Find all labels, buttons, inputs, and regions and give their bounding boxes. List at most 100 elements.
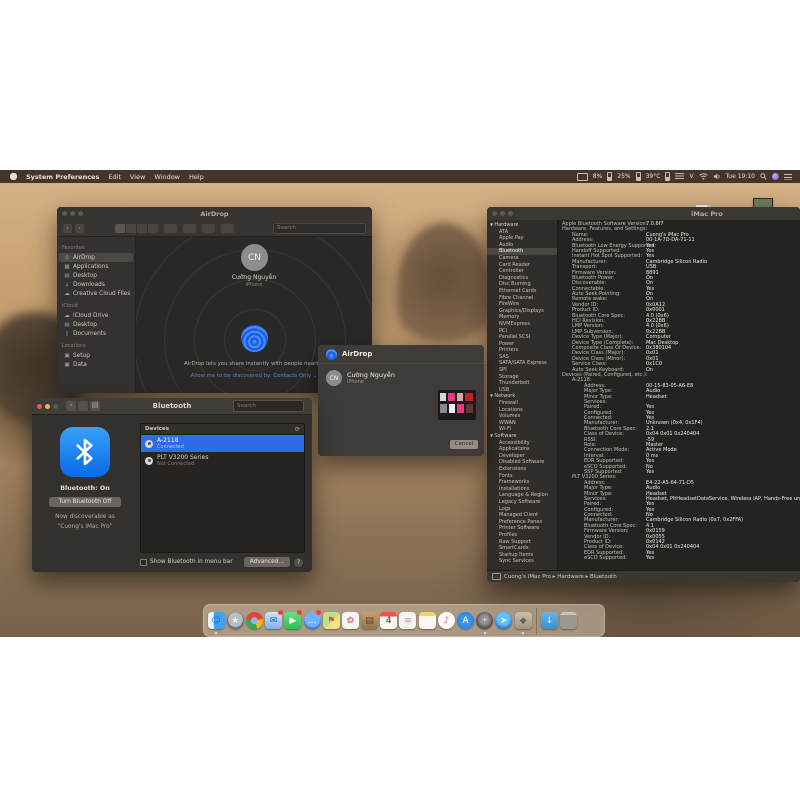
view-mode-segment[interactable] [115,224,158,233]
dock-calendar-icon[interactable]: 4 [380,608,398,634]
sysinfo-sidebar-item[interactable]: SmartCards [487,545,557,552]
menu-app-name[interactable]: System Preferences [26,173,99,181]
sysinfo-sidebar-item[interactable]: Controller [487,268,557,275]
temperature-status[interactable]: 39°C [646,173,661,180]
sidebar-item[interactable]: ↓ Downloads [57,280,135,289]
dock-finder-icon[interactable]: ☺ [207,608,225,634]
dock-mail-icon[interactable]: ✉ [265,608,283,634]
sysinfo-sidebar-item[interactable]: Extensions [487,466,557,473]
menu-window[interactable]: Window [154,173,180,181]
peer-avatar[interactable]: CN [241,244,268,271]
sidebar-item[interactable]: ▤ Desktop [57,271,135,280]
sysinfo-sidebar-item[interactable]: Graphics/Displays [487,308,557,315]
sidebar-item[interactable]: Locations [57,341,135,351]
sysinfo-sidebar-item[interactable]: Storage [487,374,557,381]
sysinfo-sidebar-item[interactable]: Sync Services [487,558,557,565]
sysinfo-sidebar-item[interactable]: Parallel SCSI [487,334,557,341]
sysinfo-sidebar-item[interactable]: SATA/SATA Express [487,360,557,367]
sysinfo-sidebar-item[interactable]: SPI [487,367,557,374]
sidebar-item[interactable]: Favorites [57,243,135,253]
display-status-icon[interactable] [577,173,588,181]
menu-help[interactable]: Help [189,173,204,181]
sysinfo-sidebar-item[interactable]: Hardware [487,222,557,229]
back-button[interactable]: ‹ [63,224,72,233]
sidebar-item[interactable]: ☁ Creative Cloud Files [57,289,135,298]
sysinfo-sidebar-item[interactable]: Disabled Software [487,459,557,466]
forward-button[interactable]: › [75,224,84,233]
dock-downloads-icon[interactable]: ↓ [536,608,558,634]
dock-itunes-icon[interactable]: ♪ [437,608,455,634]
sysinfo-sidebar-item[interactable]: Applications [487,446,557,453]
sysinfo-sidebar-item[interactable]: Frameworks [487,479,557,486]
volume-icon[interactable] [713,173,721,180]
sidebar-item[interactable]: ▣ Data [57,360,135,369]
sysinfo-sidebar-item[interactable]: Installations [487,486,557,493]
arrange-button[interactable] [164,224,177,233]
sysinfo-sidebar-item[interactable]: Card Reader [487,262,557,269]
sysinfo-sidebar-item[interactable]: Software [487,433,557,440]
airdrop-peer-row[interactable]: CN Cường Nguyễn iPhone [318,364,484,386]
siri-icon[interactable] [772,173,779,180]
sysinfo-sidebar-item[interactable]: Language & Region [487,492,557,499]
sysinfo-sidebar-item[interactable]: Power [487,341,557,348]
vm-status[interactable]: V [689,173,693,180]
device-row[interactable]: PLT V3200 Series Not Connected [141,452,304,469]
dock-messages-icon[interactable]: … [303,608,321,634]
sysinfo-sidebar-item[interactable]: Managed Client [487,512,557,519]
sidebar-item[interactable]: ◎ AirDrop [59,253,133,262]
menu-edit[interactable]: Edit [108,173,121,181]
secondary-percent[interactable]: 25% [617,173,630,180]
zoom-button[interactable] [508,211,513,216]
sidebar-item[interactable]: ▯ Documents [57,329,135,338]
sidebar-item[interactable]: ☁ iCloud Drive [57,311,135,320]
sysinfo-sidebar-item[interactable]: Camera [487,255,557,262]
sysinfo-sidebar-item[interactable]: SAS [487,354,557,361]
dock-reminders-icon[interactable]: ≡ [399,608,417,634]
dock-app-icon[interactable]: ◆ [514,608,532,634]
sysinfo-sidebar-item[interactable]: Ethernet Cards [487,288,557,295]
sysinfo-sidebar-item[interactable]: Fibre Channel [487,295,557,302]
preferences-search-input[interactable]: Search [233,400,304,412]
sysinfo-sidebar-item[interactable]: Developer [487,453,557,460]
dock-appstore-icon[interactable]: A [456,608,474,634]
sysinfo-sidebar-item[interactable]: Bluetooth [487,248,557,255]
sysinfo-sidebar-item[interactable]: Profiles [487,532,557,539]
sysinfo-sidebar-item[interactable]: Printer Software [487,525,557,532]
dock-system-preferences-icon[interactable]: ☀ [476,608,494,634]
battery-percent[interactable]: 8% [593,173,603,180]
sidebar-item[interactable]: ▣ Setup [57,351,135,360]
advanced-button[interactable]: Advanced… [244,557,290,567]
menu-view[interactable]: View [130,173,145,181]
cancel-button[interactable]: Cancel [450,440,478,449]
sidebar-item[interactable]: ▤ Desktop [57,320,135,329]
discover-value-dropdown[interactable]: Contacts Only ⌄ [273,373,317,379]
sysinfo-sidebar-item[interactable]: Firewall [487,400,557,407]
sysinfo-sidebar-item[interactable]: Raw Support [487,539,557,546]
sysinfo-sidebar-item[interactable]: FireWire [487,301,557,308]
tags-button[interactable] [221,224,234,233]
sysinfo-sidebar-item[interactable]: Locations [487,407,557,414]
share-button[interactable] [202,224,215,233]
show-in-menubar-checkbox[interactable] [140,559,147,566]
sysinfo-sidebar-item[interactable]: Network [487,393,557,400]
sidebar-item[interactable]: ▦ Applications [57,262,135,271]
dock-contacts-icon[interactable]: ▤ [361,608,379,634]
sysinfo-sidebar-item[interactable]: Audio [487,242,557,249]
sysinfo-sidebar-item[interactable]: Legacy Software [487,499,557,506]
dock-maps-icon[interactable]: ⚑ [322,608,340,634]
refresh-icon[interactable]: ⟳ [295,426,300,433]
dock-facetime-icon[interactable]: ▶ [284,608,302,634]
wifi-icon[interactable] [699,173,708,180]
dock-chrome-icon[interactable]: ● [245,608,263,634]
sysinfo-sidebar-item[interactable]: ATA [487,229,557,236]
menu-clock[interactable]: Tue 19:10 [726,173,755,180]
sysinfo-sidebar-item[interactable]: Fonts [487,473,557,480]
dock-photos-icon[interactable]: ✿ [341,608,359,634]
sysinfo-sidebar-item[interactable]: Apple Pay [487,235,557,242]
dock-notes-icon[interactable] [418,608,436,634]
dock-safari-icon[interactable]: ➤ [495,608,513,634]
sysinfo-sidebar-item[interactable]: USB [487,387,557,394]
device-row[interactable]: A-2118 Connected [141,435,304,452]
finder-search-input[interactable]: Search [273,223,366,234]
sysinfo-sidebar-item[interactable]: Printers [487,347,557,354]
